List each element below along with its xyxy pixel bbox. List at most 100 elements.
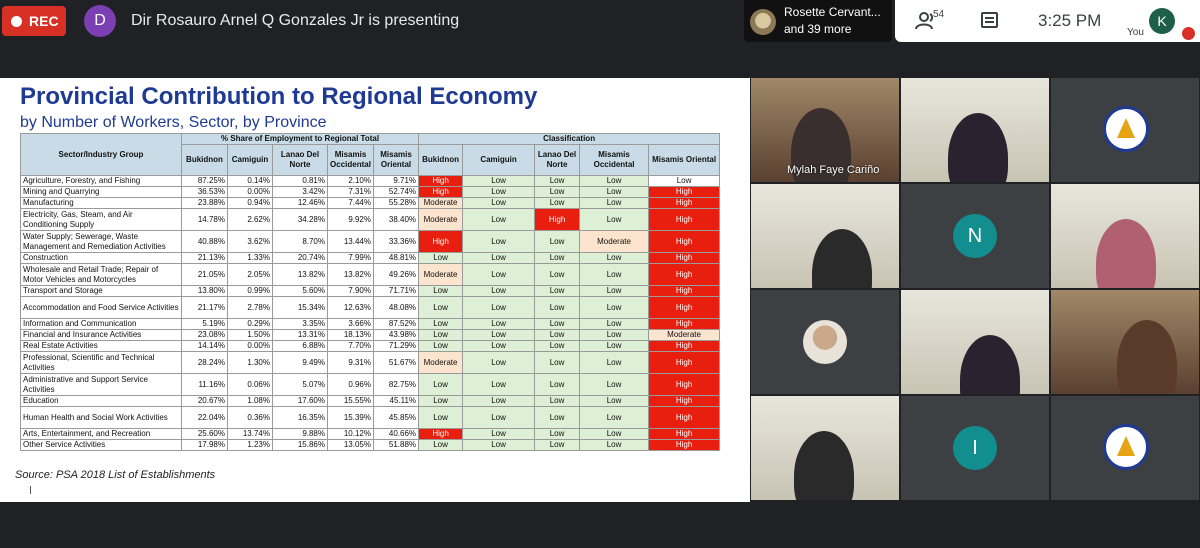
table-row: Transport and Storage 13.80% 0.99% 5.60% 7.9…: [20, 285, 721, 297]
share-col-header: Misamis Oriental: [372, 144, 420, 176]
participant-tile[interactable]: [751, 290, 899, 394]
sector-cell: Other Service Activities: [20, 439, 182, 451]
sector-cell: Mining and Quarrying: [20, 186, 182, 198]
people-count: 54: [933, 9, 945, 20]
class-cell: Low: [579, 186, 650, 198]
share-cell: 7.99%: [327, 252, 374, 264]
share-cell: 17.98%: [181, 439, 228, 451]
class-cell: High: [534, 208, 581, 231]
class-cell: High: [648, 395, 721, 407]
class-cell: Moderate: [418, 263, 464, 286]
share-cell: 40.88%: [181, 230, 228, 253]
share-cell: 0.94%: [227, 197, 273, 209]
meeting-screen: REC D Dir Rosauro Arnel Q Gonzales Jr is…: [0, 0, 1200, 548]
participant-tile[interactable]: [1051, 396, 1199, 500]
share-cell: 0.96%: [327, 373, 374, 396]
class-cell: High: [418, 230, 464, 253]
share-cell: 21.13%: [181, 252, 228, 264]
class-cell: High: [648, 263, 721, 286]
presenting-text: Dir Rosauro Arnel Q Gonzales Jr is prese…: [131, 12, 460, 29]
share-cell: 3.35%: [272, 318, 328, 330]
recording-indicator: REC: [2, 6, 66, 36]
class-cell: Low: [418, 285, 464, 297]
share-cell: 23.08%: [181, 329, 228, 341]
share-col-header: Camiguin: [227, 144, 273, 176]
participant-tile[interactable]: [901, 290, 1049, 394]
share-cell: 7.31%: [327, 186, 374, 198]
share-cell: 11.16%: [181, 373, 228, 396]
share-cell: 0.00%: [227, 340, 273, 352]
share-cell: 20.67%: [181, 395, 228, 407]
participant-tile[interactable]: I: [901, 396, 1049, 500]
class-cell: Low: [534, 406, 581, 429]
speaker-name: Rosette Cervant...: [784, 5, 881, 19]
class-cell: Low: [462, 395, 536, 407]
participant-tile[interactable]: [1051, 78, 1199, 182]
class-cell: Low: [462, 186, 536, 198]
participant-tile[interactable]: [1051, 290, 1199, 394]
class-cell: High: [648, 186, 721, 198]
class-cell: Low: [534, 395, 581, 407]
agency-logo-icon: [1103, 106, 1149, 152]
participant-tile[interactable]: [751, 184, 899, 288]
sector-cell: Water Supply; Sewerage, Waste Management…: [20, 230, 182, 253]
active-speaker-chip[interactable]: Rosette Cervant... and 39 more: [744, 0, 892, 42]
class-cell: Low: [579, 351, 650, 374]
share-cell: 18.13%: [327, 329, 374, 341]
self-avatar[interactable]: K: [1149, 8, 1175, 34]
class-col-header: Lanao Del Norte: [534, 144, 581, 176]
share-cell: 0.06%: [227, 373, 273, 396]
class-cell: Low: [534, 263, 581, 286]
class-cell: Low: [418, 395, 464, 407]
class-cell: Low: [462, 340, 536, 352]
share-cell: 20.74%: [272, 252, 328, 264]
participant-name: Mylah Faye Cariño: [787, 164, 880, 176]
group-class-header: Classification: [418, 133, 721, 145]
share-cell: 10.12%: [327, 428, 374, 440]
share-col-header: Misamis Occidental: [327, 144, 374, 176]
class-cell: Low: [579, 175, 650, 187]
share-cell: 15.39%: [327, 406, 374, 429]
class-cell: High: [418, 428, 464, 440]
class-cell: Low: [579, 285, 650, 297]
table-row: Accommodation and Food Service Activitie…: [20, 296, 721, 319]
class-cell: Low: [462, 197, 536, 209]
share-cell: 1.08%: [227, 395, 273, 407]
presentation-slide: Provincial Contribution to Regional Econ…: [0, 78, 750, 502]
bottom-strip: [0, 502, 1200, 548]
share-cell: 45.85%: [372, 406, 420, 429]
group-share-header: % Share of Employment to Regional Total: [180, 133, 420, 145]
pointer-cursor-icon: [30, 486, 35, 494]
share-cell: 9.49%: [272, 351, 328, 374]
class-cell: Low: [534, 296, 581, 319]
share-cell: 13.74%: [227, 428, 273, 440]
share-cell: 13.82%: [272, 263, 328, 286]
class-cell: High: [648, 230, 721, 253]
share-cell: 5.60%: [272, 285, 328, 297]
class-cell: High: [648, 296, 721, 319]
class-cell: Moderate: [418, 351, 464, 374]
class-cell: Moderate: [579, 230, 650, 253]
share-cell: 40.66%: [372, 428, 420, 440]
table-row: Electricity, Gas, Steam, and Air Conditi…: [20, 208, 721, 231]
participant-tile[interactable]: [751, 396, 899, 500]
class-cell: Low: [418, 340, 464, 352]
table-row: Real Estate Activities 14.14% 0.00% 6.88% 7.…: [20, 340, 721, 352]
participant-tile[interactable]: [1051, 184, 1199, 288]
share-cell: 43.98%: [372, 329, 420, 341]
class-cell: Low: [534, 329, 581, 341]
share-cell: 2.10%: [327, 175, 374, 187]
participant-tile[interactable]: Mylah Faye Cariño: [751, 78, 899, 182]
participant-video-figure: [1096, 219, 1156, 288]
slide-subtitle: by Number of Workers, Sector, by Provinc…: [20, 114, 327, 131]
top-bar: REC D Dir Rosauro Arnel Q Gonzales Jr is…: [0, 0, 1200, 44]
sector-cell: Professional, Scientific and Technical A…: [20, 351, 182, 374]
class-cell: Low: [462, 175, 536, 187]
share-cell: 13.44%: [327, 230, 374, 253]
participant-tile[interactable]: [901, 78, 1049, 182]
right-controls: 54 3:25 PM K You: [895, 0, 1200, 42]
self-label: You: [1127, 27, 1144, 38]
share-cell: 34.28%: [272, 208, 328, 231]
participant-tile[interactable]: N: [901, 184, 1049, 288]
chat-icon[interactable]: [981, 12, 998, 28]
